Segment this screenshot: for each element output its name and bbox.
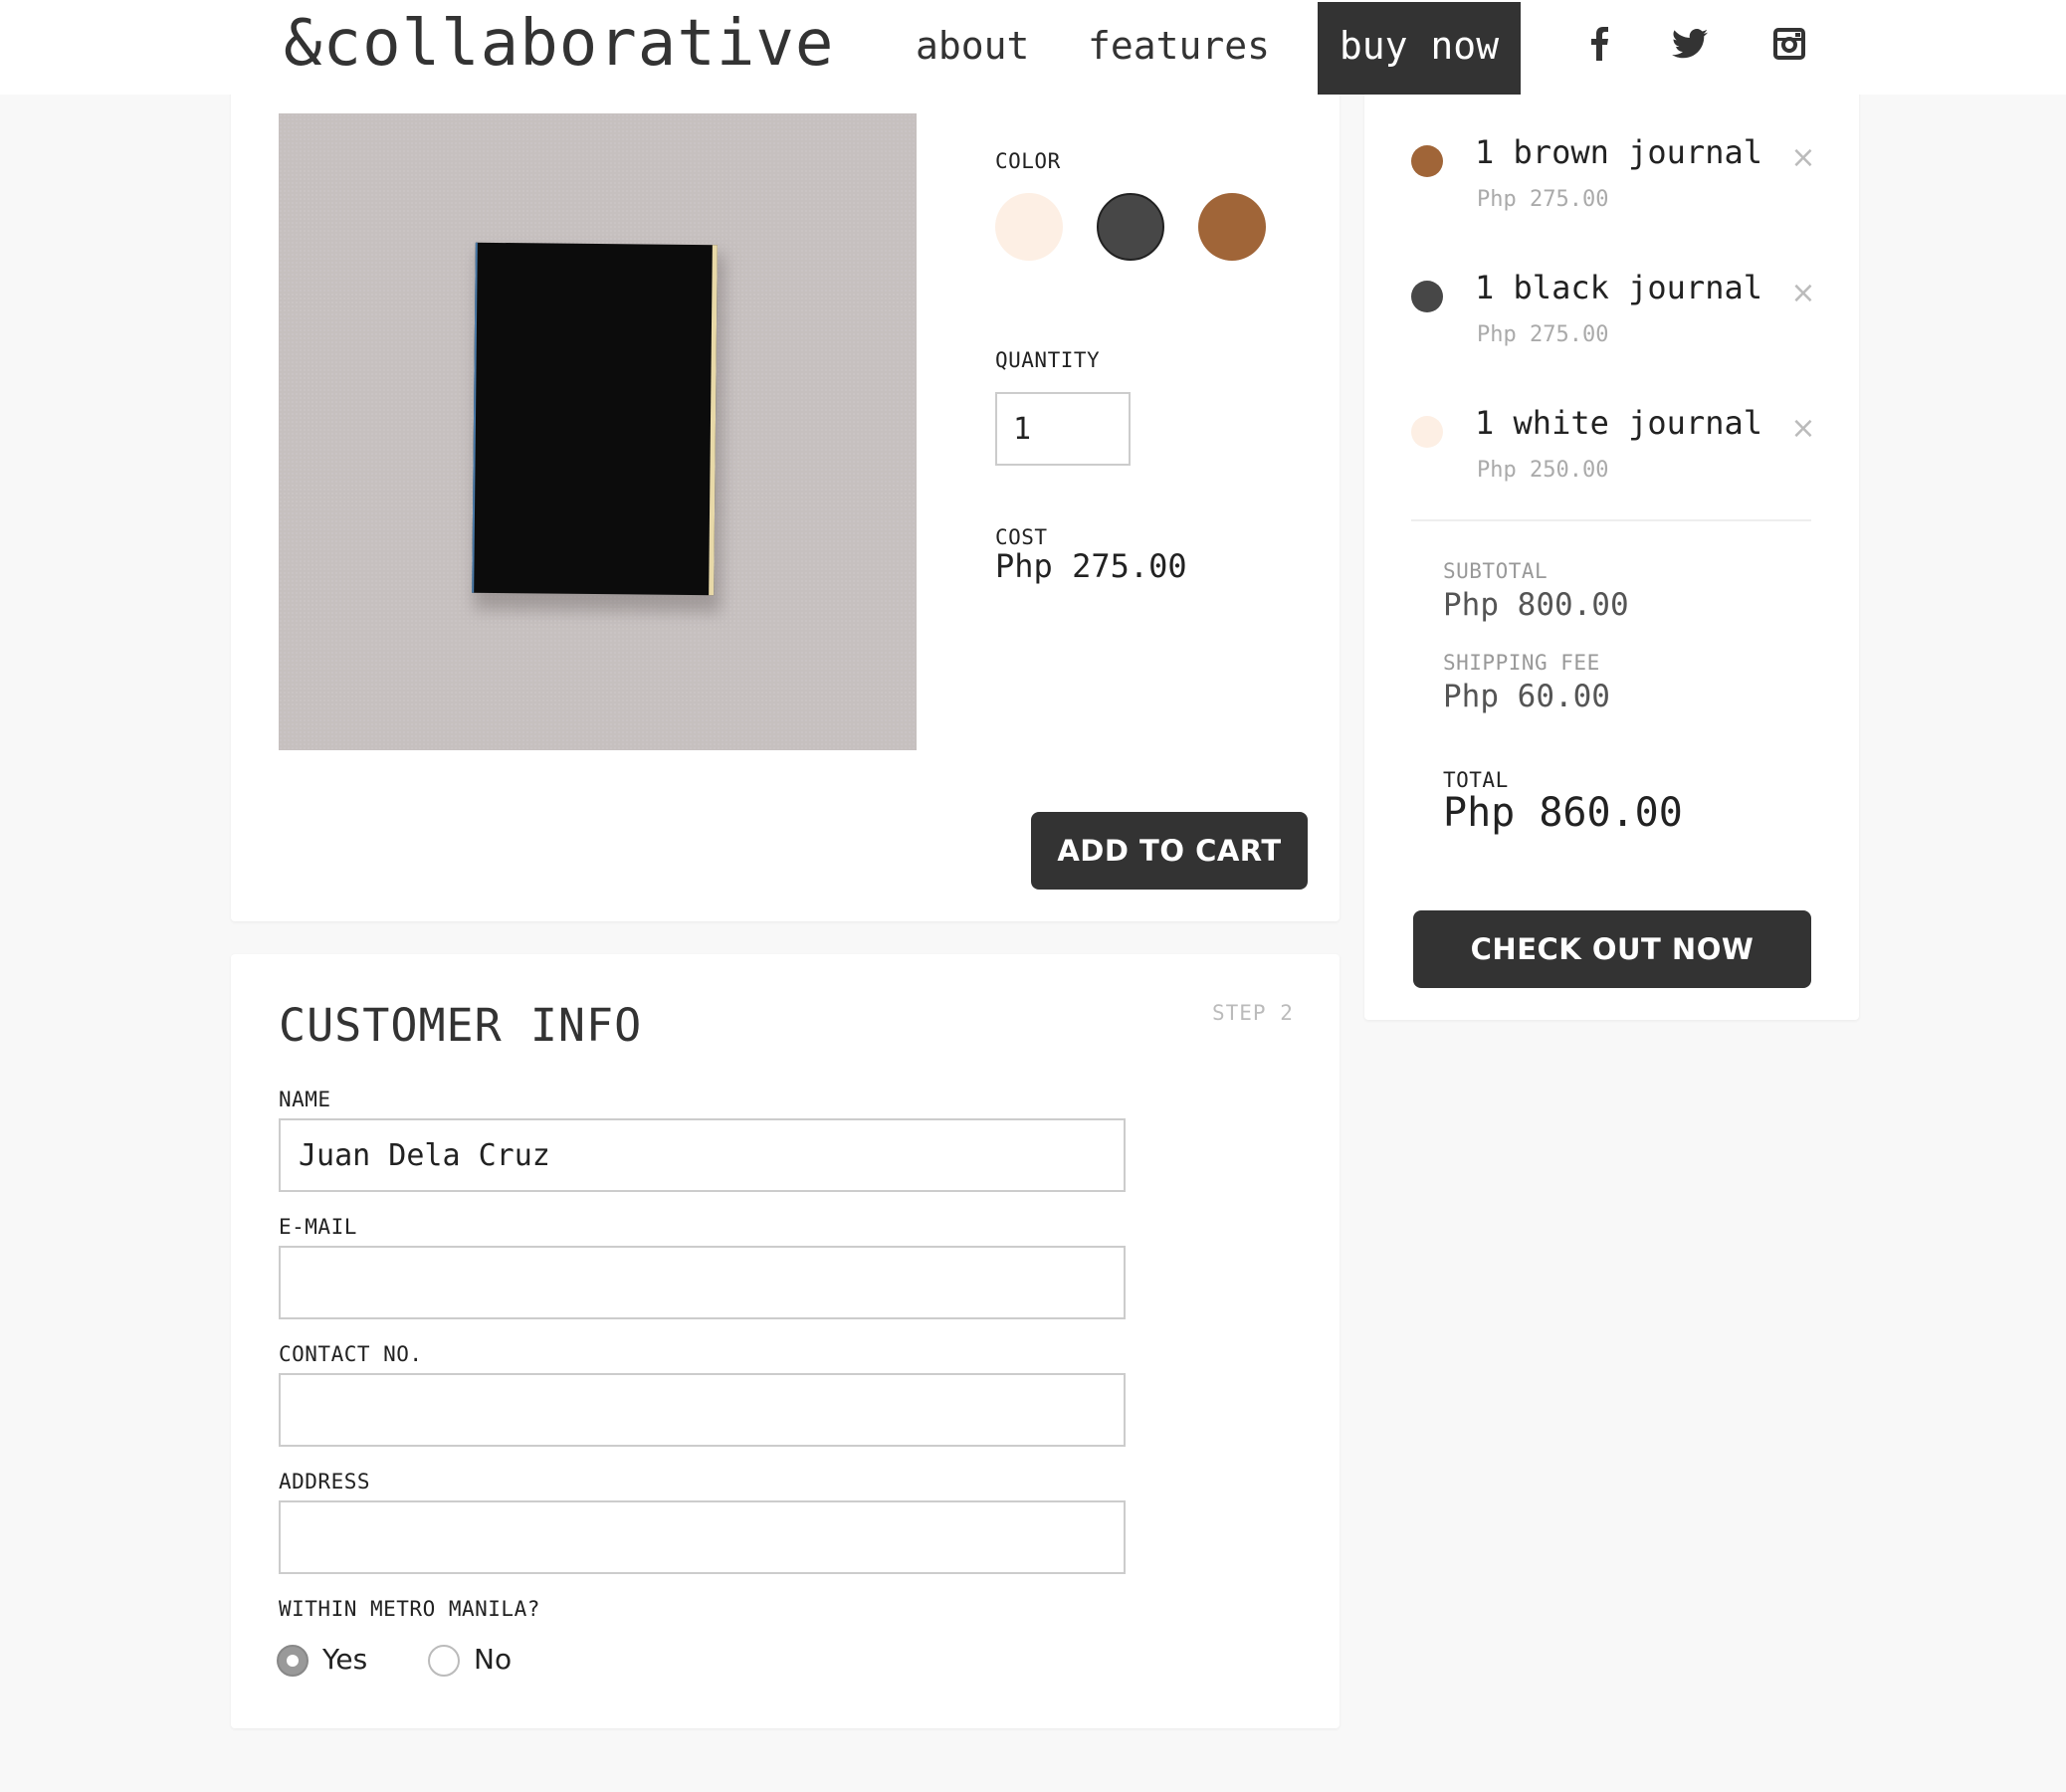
cart-item-name: 1 white journal [1475, 404, 1762, 442]
metro-no-label: No [474, 1643, 513, 1676]
name-field[interactable] [279, 1118, 1126, 1192]
metro-no-radio[interactable] [428, 1645, 460, 1677]
shipping-fee-value: Php 60.00 [1443, 679, 1610, 714]
remove-item-icon[interactable]: × [1788, 411, 1818, 446]
metro-manila-label: WITHIN METRO MANILA? [279, 1597, 540, 1621]
cost-value: Php 275.00 [995, 547, 1187, 585]
total-value: Php 860.00 [1443, 790, 1683, 836]
metro-yes-radio[interactable] [277, 1645, 309, 1677]
color-swatch-black[interactable] [1097, 193, 1164, 261]
cart-item-price: Php 275.00 [1477, 322, 1609, 347]
cart-item-name: 1 brown journal [1475, 133, 1762, 171]
contact-label: CONTACT NO. [279, 1342, 423, 1366]
site-header: &collaborative about features buy now [0, 0, 2066, 95]
email-field[interactable] [279, 1246, 1126, 1319]
nav-about-link[interactable]: about [916, 18, 1029, 74]
color-swatch-white[interactable] [995, 193, 1063, 261]
address-field[interactable] [279, 1500, 1126, 1574]
product-image [279, 113, 917, 750]
email-label: E-MAIL [279, 1215, 357, 1239]
checkout-button[interactable]: CHECK OUT NOW [1413, 910, 1811, 988]
shipping-fee-label: SHIPPING FEE [1443, 651, 1600, 675]
step-indicator: STEP 2 [1212, 1001, 1294, 1025]
cost-label: COST [995, 525, 1048, 549]
cart-item-price: Php 275.00 [1477, 187, 1609, 212]
color-label: COLOR [995, 149, 1061, 173]
subtotal-label: SUBTOTAL [1443, 559, 1549, 583]
nav-features-link[interactable]: features [1088, 18, 1270, 74]
quantity-input[interactable] [995, 392, 1131, 466]
customer-info-title: CUSTOMER INFO [279, 999, 643, 1052]
address-label: ADDRESS [279, 1470, 371, 1493]
name-label: NAME [279, 1088, 331, 1111]
cart-divider [1411, 519, 1811, 521]
cart-item-color-dot [1411, 281, 1443, 312]
remove-item-icon[interactable]: × [1788, 140, 1818, 175]
add-to-cart-button[interactable]: ADD TO CART [1031, 812, 1308, 890]
total-label: TOTAL [1443, 768, 1509, 792]
remove-item-icon[interactable]: × [1788, 276, 1818, 310]
metro-yes-label: Yes [322, 1643, 368, 1676]
quantity-label: QUANTITY [995, 348, 1101, 372]
cart-item-name: 1 black journal [1475, 269, 1762, 306]
brand-logo[interactable]: &collaborative [284, 8, 834, 80]
cart-card [1364, 60, 1859, 1020]
cart-item-color-dot [1411, 416, 1443, 448]
subtotal-value: Php 800.00 [1443, 587, 1629, 623]
twitter-icon[interactable] [1670, 24, 1710, 64]
contact-field[interactable] [279, 1373, 1126, 1447]
color-swatch-brown[interactable] [1198, 193, 1266, 261]
instagram-icon[interactable] [1769, 24, 1809, 64]
cart-item-color-dot [1411, 145, 1443, 177]
cart-item-price: Php 250.00 [1477, 458, 1609, 483]
facebook-icon[interactable] [1579, 24, 1619, 64]
journal-cover [472, 242, 718, 596]
nav-buy-now-link[interactable]: buy now [1318, 2, 1521, 95]
